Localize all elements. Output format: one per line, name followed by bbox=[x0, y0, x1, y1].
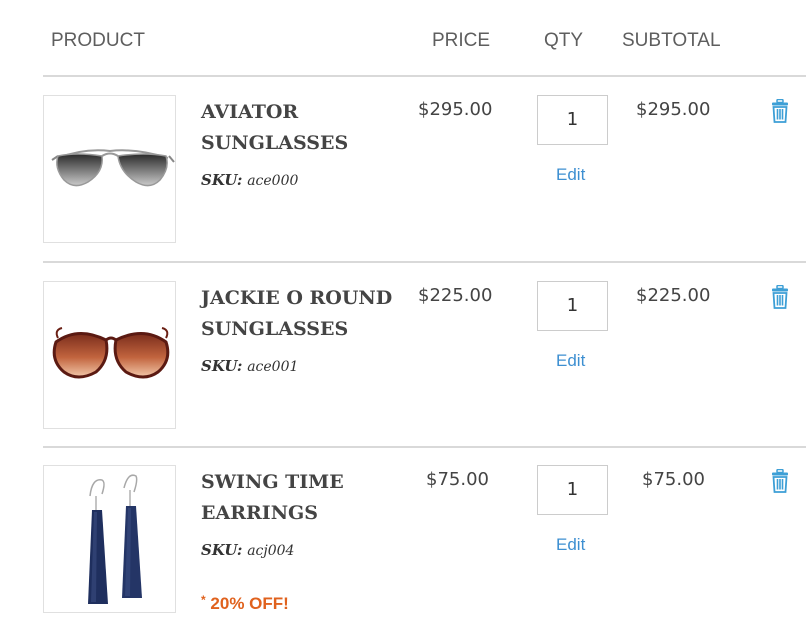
discount-note: * 20% OFF! bbox=[201, 593, 289, 614]
sku-label: SKU: bbox=[201, 541, 243, 559]
round-sunglasses-image bbox=[52, 327, 170, 379]
sku-value: ace001 bbox=[247, 359, 299, 375]
unit-price: $75.00 bbox=[426, 469, 489, 490]
unit-price: $295.00 bbox=[418, 99, 493, 120]
sku-label: SKU: bbox=[201, 357, 243, 375]
column-header-price: PRICE bbox=[432, 30, 491, 51]
edit-link[interactable]: Edit bbox=[556, 351, 585, 371]
product-name[interactable]: JACKIE O ROUND SUNGLASSES bbox=[201, 283, 421, 345]
row-subtotal: $225.00 bbox=[636, 285, 711, 306]
product-sku: SKU: ace001 bbox=[201, 357, 298, 375]
cart-row: SWING TIME EARRINGS SKU: acj004 * 20% OF… bbox=[0, 465, 806, 635]
sku-value: acj004 bbox=[247, 543, 295, 559]
column-header-product: PRODUCT bbox=[51, 30, 145, 51]
edit-link[interactable]: Edit bbox=[556, 535, 585, 555]
product-name[interactable]: AVIATOR SUNGLASSES bbox=[201, 97, 421, 159]
column-header-subtotal: SUBTOTAL bbox=[622, 30, 721, 51]
product-image[interactable] bbox=[43, 465, 176, 613]
unit-price: $225.00 bbox=[418, 285, 493, 306]
product-sku: SKU: ace000 bbox=[201, 171, 298, 189]
column-header-qty: QTY bbox=[544, 30, 584, 51]
row-divider bbox=[43, 261, 806, 263]
edit-link[interactable]: Edit bbox=[556, 165, 585, 185]
discount-asterisk: * bbox=[201, 593, 206, 607]
drop-earrings-image bbox=[88, 474, 142, 604]
header-divider bbox=[43, 75, 806, 77]
qty-input[interactable] bbox=[537, 281, 608, 331]
discount-text: 20% OFF! bbox=[210, 594, 289, 613]
qty-input[interactable] bbox=[537, 95, 608, 145]
cart-row: AVIATOR SUNGLASSES SKU: ace000 $295.00 E… bbox=[0, 95, 806, 265]
cart-row: JACKIE O ROUND SUNGLASSES SKU: ace001 $2… bbox=[0, 281, 806, 451]
sku-label: SKU: bbox=[201, 171, 243, 189]
trash-icon[interactable] bbox=[771, 99, 789, 123]
qty-input[interactable] bbox=[537, 465, 608, 515]
trash-icon[interactable] bbox=[771, 285, 789, 309]
product-image[interactable] bbox=[43, 281, 176, 429]
cart-table-header: PRODUCT PRICE QTY SUBTOTAL bbox=[0, 30, 806, 58]
row-subtotal: $75.00 bbox=[642, 469, 705, 490]
aviator-sunglasses-image bbox=[51, 149, 175, 187]
row-subtotal: $295.00 bbox=[636, 99, 711, 120]
product-name[interactable]: SWING TIME EARRINGS bbox=[201, 467, 421, 529]
sku-value: ace000 bbox=[247, 173, 299, 189]
trash-icon[interactable] bbox=[771, 469, 789, 493]
product-sku: SKU: acj004 bbox=[201, 541, 294, 559]
product-image[interactable] bbox=[43, 95, 176, 243]
row-divider bbox=[43, 446, 806, 448]
